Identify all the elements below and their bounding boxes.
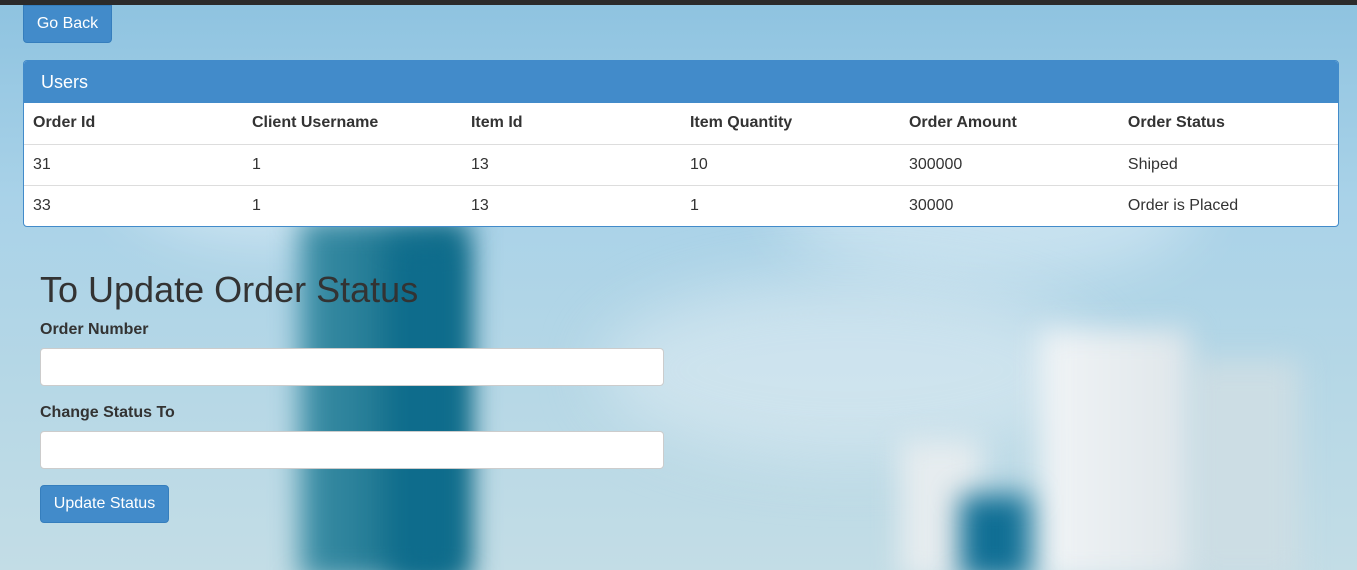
cell-item-quantity: 10 xyxy=(680,143,900,185)
table-row: 31 1 13 10 300000 Shiped xyxy=(24,143,1338,185)
table-header-row: Order Id Client Username Item Id Item Qu… xyxy=(24,103,1338,144)
cell-item-quantity: 1 xyxy=(680,184,900,226)
table-row: 33 1 13 1 30000 Order is Placed xyxy=(24,184,1338,226)
cell-order-amount: 300000 xyxy=(899,143,1119,185)
cell-order-id: 31 xyxy=(24,143,243,185)
panel-title: Users xyxy=(24,61,1338,103)
change-status-label: Change Status To xyxy=(40,404,175,421)
column-header-order-id: Order Id xyxy=(33,114,96,132)
cell-item-id: 13 xyxy=(461,143,681,185)
cell-item-id: 13 xyxy=(461,184,681,226)
column-header-order-amount: Order Amount xyxy=(908,114,1017,132)
cell-order-id: 33 xyxy=(24,184,243,226)
column-header-item-id: Item Id xyxy=(470,114,523,132)
orders-table: Order Id Client Username Item Id Item Qu… xyxy=(24,103,1338,226)
column-header-client-username: Client Username xyxy=(251,114,379,132)
update-status-heading: To Update Order Status xyxy=(40,269,419,310)
order-number-label: Order Number xyxy=(40,321,149,338)
update-status-button[interactable]: Update Status xyxy=(40,485,169,523)
cell-order-amount: 30000 xyxy=(899,184,1119,226)
order-number-input[interactable] xyxy=(40,348,664,386)
go-back-button[interactable]: Go Back xyxy=(23,5,112,43)
cell-client-username: 1 xyxy=(242,184,462,226)
change-status-input[interactable] xyxy=(40,431,664,469)
column-header-order-status: Order Status xyxy=(1127,114,1225,132)
cell-client-username: 1 xyxy=(242,143,462,185)
users-panel: Users Order Id Client Username Item Id I… xyxy=(23,60,1339,227)
cell-order-status: Shiped xyxy=(1118,143,1338,185)
cell-order-status: Order is Placed xyxy=(1118,184,1338,226)
column-header-item-quantity: Item Quantity xyxy=(689,114,793,132)
